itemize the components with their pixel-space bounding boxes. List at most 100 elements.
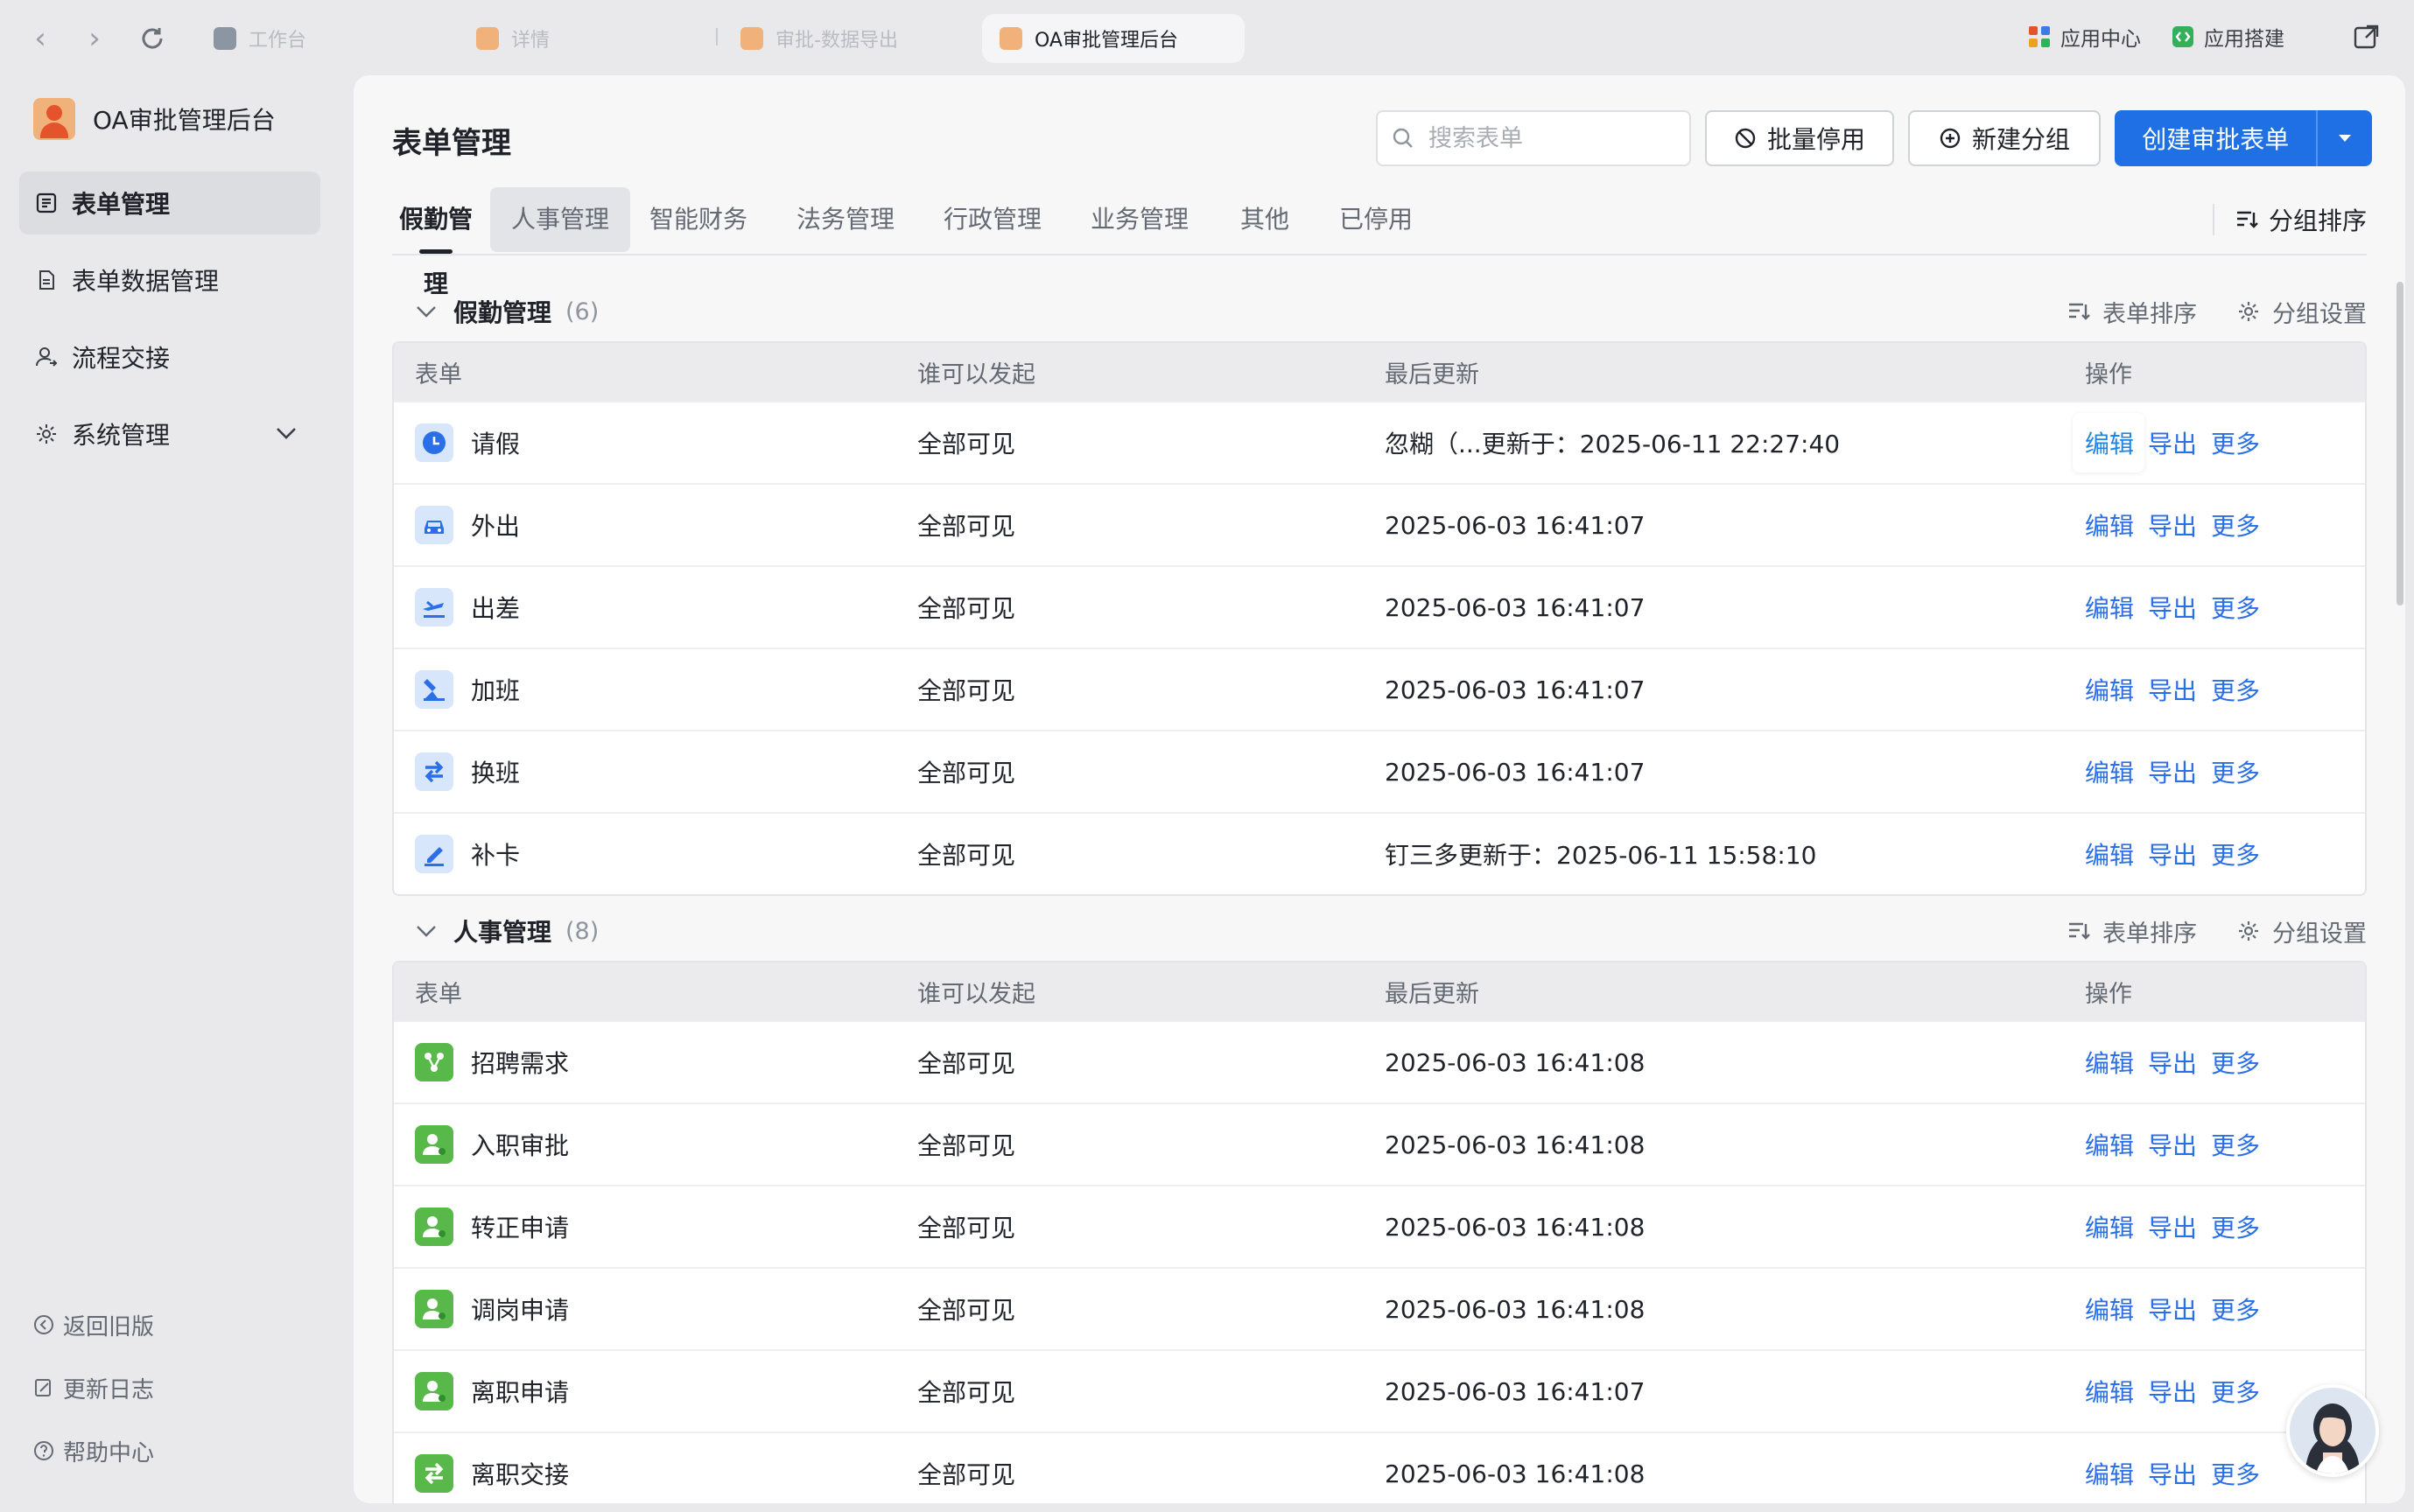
- more-link[interactable]: 更多: [2211, 1452, 2260, 1494]
- export-link[interactable]: 导出: [2148, 1288, 2197, 1330]
- edit-link[interactable]: 编辑: [2085, 751, 2134, 793]
- group-sort-button[interactable]: 分组排序: [2212, 204, 2367, 235]
- collapse-chevron-icon[interactable]: [415, 304, 438, 318]
- app-logo: [33, 98, 75, 140]
- caret-down-icon[interactable]: [2316, 110, 2372, 166]
- more-link[interactable]: 更多: [2211, 751, 2260, 793]
- form-table-attendance: 表单 谁可以发起 最后更新 操作 请假 全部可见 忽糊（...更新于：2025-…: [392, 341, 2367, 896]
- browser-tab-oa-admin[interactable]: OA审批管理后台: [982, 14, 1245, 63]
- edit-link[interactable]: 编辑: [2085, 1041, 2134, 1083]
- app-header: OA审批管理后台: [33, 94, 276, 144]
- sidebar-item-form-data[interactable]: 表单数据管理: [19, 248, 320, 312]
- table-row: 入职审批 全部可见 2025-06-03 16:41:08 编辑 导出 更多: [394, 1102, 2365, 1185]
- disable-icon: [1735, 128, 1756, 149]
- export-link[interactable]: 导出: [2148, 1206, 2197, 1248]
- back-circle-icon: [34, 1315, 53, 1334]
- forward-icon[interactable]: ›: [75, 19, 114, 58]
- export-link[interactable]: 导出: [2148, 1452, 2197, 1494]
- create-form-button[interactable]: 创建审批表单: [2115, 110, 2372, 166]
- more-link[interactable]: 更多: [2211, 1288, 2260, 1330]
- changelog-link[interactable]: 更新日志: [33, 1368, 154, 1407]
- refresh-icon[interactable]: [133, 19, 172, 58]
- export-link[interactable]: 导出: [2148, 504, 2197, 546]
- tab-legal[interactable]: 法务管理: [793, 187, 898, 252]
- sidebar-item-form-management[interactable]: 表单管理: [19, 172, 320, 234]
- browser-tab-detail[interactable]: 详情: [459, 14, 704, 63]
- help-icon: [34, 1441, 53, 1460]
- open-window-icon[interactable]: [2353, 19, 2381, 54]
- plane-icon: [415, 588, 453, 626]
- more-link[interactable]: 更多: [2211, 668, 2260, 710]
- search-icon: [1393, 128, 1413, 148]
- pen-icon: [415, 835, 453, 873]
- table-row: 调岗申请 全部可见 2025-06-03 16:41:08 编辑 导出 更多: [394, 1267, 2365, 1349]
- more-link[interactable]: 更多: [2211, 504, 2260, 546]
- edit-link[interactable]: 编辑: [2085, 1452, 2134, 1494]
- collapse-chevron-icon[interactable]: [415, 924, 438, 938]
- new-group-button[interactable]: 新建分组: [1908, 110, 2101, 166]
- form-sort-button[interactable]: 表单排序: [2067, 914, 2197, 948]
- back-icon[interactable]: ‹: [21, 19, 60, 58]
- edit-link[interactable]: 编辑: [2085, 1370, 2134, 1412]
- back-to-old-version[interactable]: 返回旧版: [33, 1306, 154, 1344]
- search-box[interactable]: [1376, 110, 1691, 166]
- batch-disable-button[interactable]: 批量停用: [1705, 110, 1894, 166]
- table-row: 离职申请 全部可见 2025-06-03 16:41:07 编辑 导出 更多: [394, 1349, 2365, 1432]
- app-builder-link[interactable]: 应用搭建: [2171, 19, 2284, 54]
- main-panel: 表单管理 批量停用 新建分组 创建审批表单 假勤管理 人事管理 智能财务 法务管…: [354, 75, 2405, 1503]
- more-link[interactable]: 更多: [2211, 586, 2260, 628]
- edit-link[interactable]: 编辑: [2085, 504, 2134, 546]
- help-center-link[interactable]: 帮助中心: [33, 1432, 154, 1470]
- tab-hr[interactable]: 人事管理: [490, 187, 630, 252]
- group-settings-button[interactable]: 分组设置: [2237, 295, 2367, 329]
- export-link[interactable]: 导出: [2148, 422, 2197, 464]
- form-sort-button[interactable]: 表单排序: [2067, 295, 2197, 329]
- edit-link[interactable]: 编辑: [2085, 1206, 2134, 1248]
- edit-link[interactable]: 编辑: [2085, 1288, 2134, 1330]
- export-link[interactable]: 导出: [2148, 1124, 2197, 1166]
- group-settings-button[interactable]: 分组设置: [2237, 914, 2367, 948]
- table-row: 转正申请 全部可见 2025-06-03 16:41:08 编辑 导出 更多: [394, 1185, 2365, 1267]
- more-link[interactable]: 更多: [2211, 1206, 2260, 1248]
- user-check-icon: [415, 1208, 453, 1246]
- app-center-link[interactable]: 应用中心: [2027, 19, 2141, 54]
- tab-admin[interactable]: 行政管理: [940, 187, 1045, 252]
- vertical-scrollbar[interactable]: [2396, 282, 2403, 606]
- assistant-avatar[interactable]: [2286, 1384, 2379, 1477]
- more-link[interactable]: 更多: [2211, 422, 2260, 464]
- tab-other[interactable]: 其他: [1234, 187, 1295, 252]
- export-link[interactable]: 导出: [2148, 1370, 2197, 1412]
- document-icon: [39, 270, 54, 290]
- overtime-icon: [415, 670, 453, 709]
- sidebar-item-system-management[interactable]: 系统管理: [19, 402, 320, 466]
- edit-link[interactable]: 编辑: [2085, 1124, 2134, 1166]
- more-link[interactable]: 更多: [2211, 833, 2260, 875]
- chevron-down-icon[interactable]: [275, 425, 298, 441]
- export-link[interactable]: 导出: [2148, 833, 2197, 875]
- edit-link[interactable]: 编辑: [2085, 422, 2134, 464]
- export-link[interactable]: 导出: [2148, 751, 2197, 793]
- export-link[interactable]: 导出: [2148, 668, 2197, 710]
- browser-tab-export[interactable]: 审批-数据导出: [723, 14, 968, 63]
- tab-disabled[interactable]: 已停用: [1332, 187, 1420, 252]
- tab-attendance[interactable]: 假勤管理: [392, 187, 480, 298]
- export-link[interactable]: 导出: [2148, 1041, 2197, 1083]
- edit-link[interactable]: 编辑: [2085, 833, 2134, 875]
- edit-link[interactable]: 编辑: [2085, 586, 2134, 628]
- table-header: 表单 谁可以发起 最后更新 操作: [394, 343, 2365, 401]
- plus-circle-icon: [1940, 128, 1961, 149]
- sort-icon: [2236, 211, 2258, 228]
- edit-log-icon: [35, 1379, 51, 1396]
- more-link[interactable]: 更多: [2211, 1041, 2260, 1083]
- search-input[interactable]: [1427, 123, 1675, 153]
- page-title: 表单管理: [392, 126, 511, 161]
- sidebar-item-process-handover[interactable]: 流程交接: [19, 326, 320, 388]
- tab-finance[interactable]: 智能财务: [646, 187, 751, 252]
- export-link[interactable]: 导出: [2148, 586, 2197, 628]
- tab-business[interactable]: 业务管理: [1087, 187, 1192, 252]
- edit-link[interactable]: 编辑: [2085, 668, 2134, 710]
- group-tabs: 假勤管理 人事管理 智能财务 法务管理 行政管理 业务管理 其他 已停用 分组排…: [392, 187, 2367, 298]
- browser-tab-workbench[interactable]: 工作台: [196, 14, 429, 63]
- more-link[interactable]: 更多: [2211, 1370, 2260, 1412]
- more-link[interactable]: 更多: [2211, 1124, 2260, 1166]
